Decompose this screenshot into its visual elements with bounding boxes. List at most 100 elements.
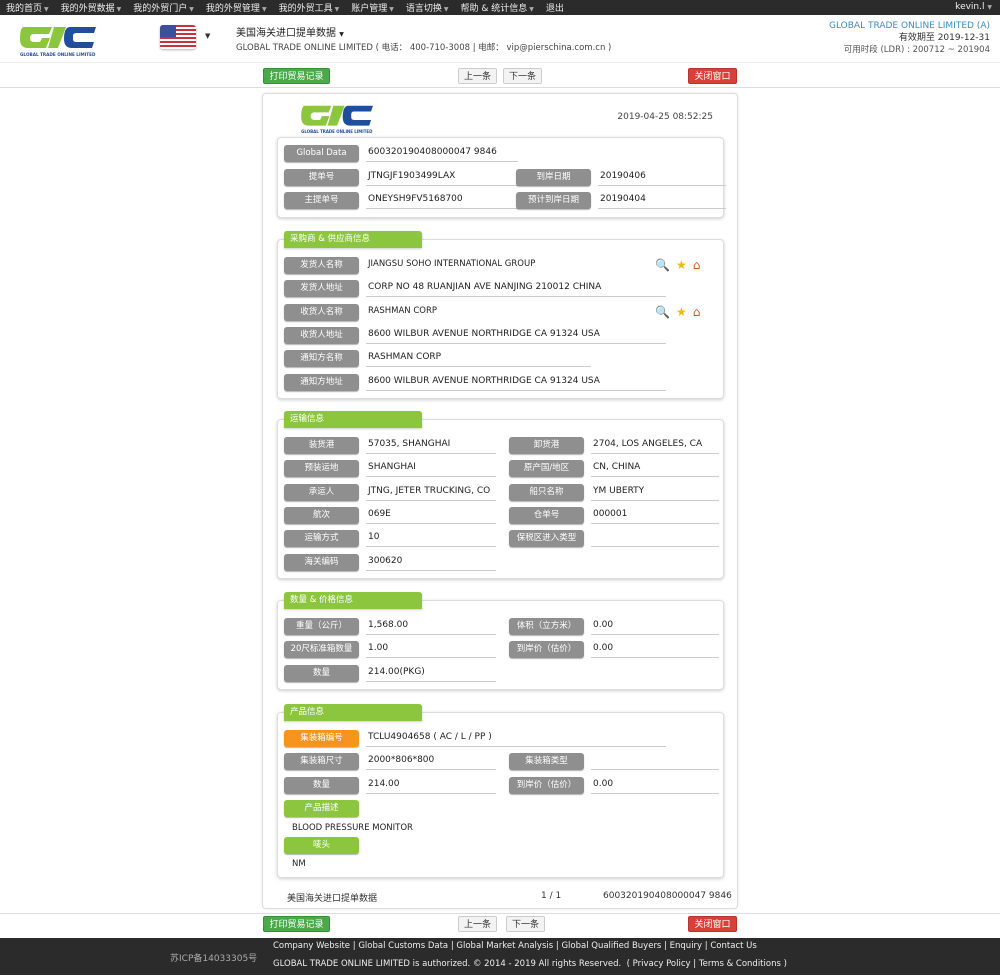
container-size-value: 2000*806*800 xyxy=(366,753,496,770)
section-title: 产品信息 xyxy=(284,704,422,721)
header: GLOBAL TRADE ONLINE LIMITED ▼ 美国海关进口提单数据… xyxy=(0,15,1000,63)
nav-trade-portal[interactable]: 我的外贸门户 ▼ xyxy=(133,1,194,14)
origin-country-label: 原产国/地区 xyxy=(509,460,584,477)
footer-link-qualified-buyers[interactable]: Global Qualified Buyers xyxy=(561,941,661,951)
container-type-value xyxy=(591,753,719,770)
nav-label: 我的首页 xyxy=(6,4,43,14)
nav-label: 帮助 & 统计信息 xyxy=(460,4,528,14)
weight-value: 1,568.00 xyxy=(366,618,496,635)
bill-no-label: 提单号 xyxy=(284,169,359,186)
ldr-range: 可用时段 (LDR) : 200712 ~ 201904 xyxy=(843,45,990,55)
est-arrival-value: 20190404 xyxy=(598,192,726,209)
consignee-address-value: 8600 WILBUR AVENUE NORTHRIDGE CA 91324 U… xyxy=(366,327,666,344)
product-section: 产品信息 集装箱编号 TCLU4904658 ( AC / L / PP ) 集… xyxy=(277,704,724,878)
caret-down-icon: ▼ xyxy=(987,4,992,11)
expiry-date: 有效期至 2019-12-31 xyxy=(898,33,990,43)
icp-license: 苏ICP备14033305号 xyxy=(170,954,258,964)
gto-logo[interactable]: GLOBAL TRADE ONLINE LIMITED xyxy=(18,23,100,59)
nav-trade-data[interactable]: 我的外贸数据 ▼ xyxy=(61,1,122,14)
nav-label: 语言切换 xyxy=(405,4,442,14)
caret-down-icon: ▼ xyxy=(339,31,344,38)
account-info: GLOBAL TRADE ONLINE LIMITED (A) 有效期至 201… xyxy=(829,20,990,56)
username: kevin.l xyxy=(955,2,985,12)
nav-help[interactable]: 帮助 & 统计信息 ▼ xyxy=(460,1,533,14)
next-record-button[interactable]: 下一条 xyxy=(506,916,545,932)
search-icon[interactable]: 🔍 xyxy=(655,258,670,272)
footer-link-privacy[interactable]: Privacy Policy xyxy=(633,959,691,969)
container-size-label: 集装箱尺寸 xyxy=(284,753,359,770)
shipping-section: 运输信息 装货港 57035, SHANGHAI 卸货港 2704, LOS A… xyxy=(277,411,724,579)
voyage-value: 069E xyxy=(366,507,496,524)
footer-link-enquiry[interactable]: Enquiry xyxy=(670,941,702,951)
record-timestamp: 2019-04-25 08:52:25 xyxy=(617,112,713,122)
quantity-label: 数量 xyxy=(284,665,359,682)
nav-account[interactable]: 账户管理 ▼ xyxy=(351,1,394,14)
cif-label: 到岸价（估价） xyxy=(509,641,584,658)
basic-info-section: Global Data 600320190408000047 9846 提单号 … xyxy=(277,137,726,218)
nav-trade-manage[interactable]: 我的外贸管理 ▼ xyxy=(206,1,267,14)
star-icon[interactable]: ★ xyxy=(676,305,687,319)
nav-label: 账户管理 xyxy=(351,4,388,14)
master-bill-value: ONEYSH9FV5168700 xyxy=(366,192,518,209)
consignee-name-value[interactable]: RASHMAN CORP xyxy=(366,304,666,321)
caret-down-icon: ▼ xyxy=(189,6,194,13)
home-icon[interactable]: ⌂ xyxy=(693,305,701,319)
home-icon[interactable]: ⌂ xyxy=(693,258,701,272)
nav-home[interactable]: 我的首页 ▼ xyxy=(6,1,49,14)
discharge-port-label: 卸货港 xyxy=(509,437,584,454)
nav-trade-tools[interactable]: 我的外贸工具 ▼ xyxy=(279,1,340,14)
notify-name-label: 通知方名称 xyxy=(284,350,359,367)
shipper-name-value[interactable]: JIANGSU SOHO INTERNATIONAL GROUP xyxy=(366,257,666,274)
copyright-text: GLOBAL TRADE ONLINE LIMITED is authorize… xyxy=(273,959,622,969)
next-record-button[interactable]: 下一条 xyxy=(503,68,542,84)
product-qty-label: 数量 xyxy=(284,777,359,794)
section-title: 数量 & 价格信息 xyxy=(284,592,422,609)
consignee-address-label: 收货人地址 xyxy=(284,327,359,344)
vessel-name-label: 船只名称 xyxy=(509,484,584,501)
prev-record-button[interactable]: 上一条 xyxy=(458,916,497,932)
prev-record-button[interactable]: 上一条 xyxy=(458,68,497,84)
record-id: 600320190408000047 9846 xyxy=(603,891,732,901)
footer-link-terms[interactable]: Terms & Conditions xyxy=(699,959,781,969)
print-record-button[interactable]: 打印贸易记录 xyxy=(263,916,330,932)
marks-label: 唛头 xyxy=(284,837,359,854)
nav-language[interactable]: 语言切换 ▼ xyxy=(406,1,449,14)
quantity-value: 214.00(PKG) xyxy=(366,665,496,682)
copyright: GLOBAL TRADE ONLINE LIMITED is authorize… xyxy=(273,959,787,969)
print-record-button[interactable]: 打印贸易记录 xyxy=(263,68,330,84)
close-window-button[interactable]: 关闭窗口 xyxy=(688,916,737,932)
notify-address-value: 8600 WILBUR AVENUE NORTHRIDGE CA 91324 U… xyxy=(366,374,666,391)
country-dropdown-icon[interactable]: ▼ xyxy=(205,32,210,40)
carrier-label: 承运人 xyxy=(284,484,359,501)
loading-port-label: 装货港 xyxy=(284,437,359,454)
section-title: 采购商 & 供应商信息 xyxy=(284,231,422,248)
global-data-label: Global Data xyxy=(284,145,359,162)
action-bar-bottom: 打印贸易记录 上一条 下一条 关闭窗口 xyxy=(0,913,1000,935)
consignee-name-label: 收货人名称 xyxy=(284,304,359,321)
arrival-date-label: 到岸日期 xyxy=(516,169,591,186)
us-flag-icon[interactable] xyxy=(160,25,196,49)
user-menu[interactable]: kevin.l ▼ xyxy=(955,2,992,12)
action-bar-top: 打印贸易记录 上一条 下一条 关闭窗口 xyxy=(0,66,1000,88)
vessel-name-value: YM UBERTY xyxy=(591,484,719,501)
voyage-label: 航次 xyxy=(284,507,359,524)
search-icon[interactable]: 🔍 xyxy=(655,305,670,319)
caret-down-icon: ▼ xyxy=(44,6,49,13)
quantity-price-section: 数量 & 价格信息 重量（公斤） 1,568.00 体积（立方米） 0.00 2… xyxy=(277,592,724,690)
database-title[interactable]: 美国海关进口提单数据 ▼ xyxy=(236,24,344,39)
product-cif-value: 0.00 xyxy=(591,777,719,794)
carrier-value: JTNG, JETER TRUCKING, CO xyxy=(366,484,496,501)
star-icon[interactable]: ★ xyxy=(676,258,687,272)
notify-name-value: RASHMAN CORP xyxy=(366,350,591,367)
teu-value: 1.00 xyxy=(366,641,496,658)
bonded-entry-type-label: 保税区进入类型 xyxy=(509,530,584,547)
footer-links: Company Website | Global Customs Data | … xyxy=(273,941,757,951)
close-window-button[interactable]: 关闭窗口 xyxy=(688,68,737,84)
discharge-port-value: 2704, LOS ANGELES, CA xyxy=(591,437,719,454)
footer-link-market-analysis[interactable]: Global Market Analysis xyxy=(456,941,553,951)
footer-link-customs-data[interactable]: Global Customs Data xyxy=(358,941,448,951)
nav-logout[interactable]: 退出 xyxy=(546,1,564,14)
footer-link-company-website[interactable]: Company Website xyxy=(273,941,350,951)
footer-link-contact-us[interactable]: Contact Us xyxy=(710,941,756,951)
shipper-name-label: 发货人名称 xyxy=(284,257,359,274)
